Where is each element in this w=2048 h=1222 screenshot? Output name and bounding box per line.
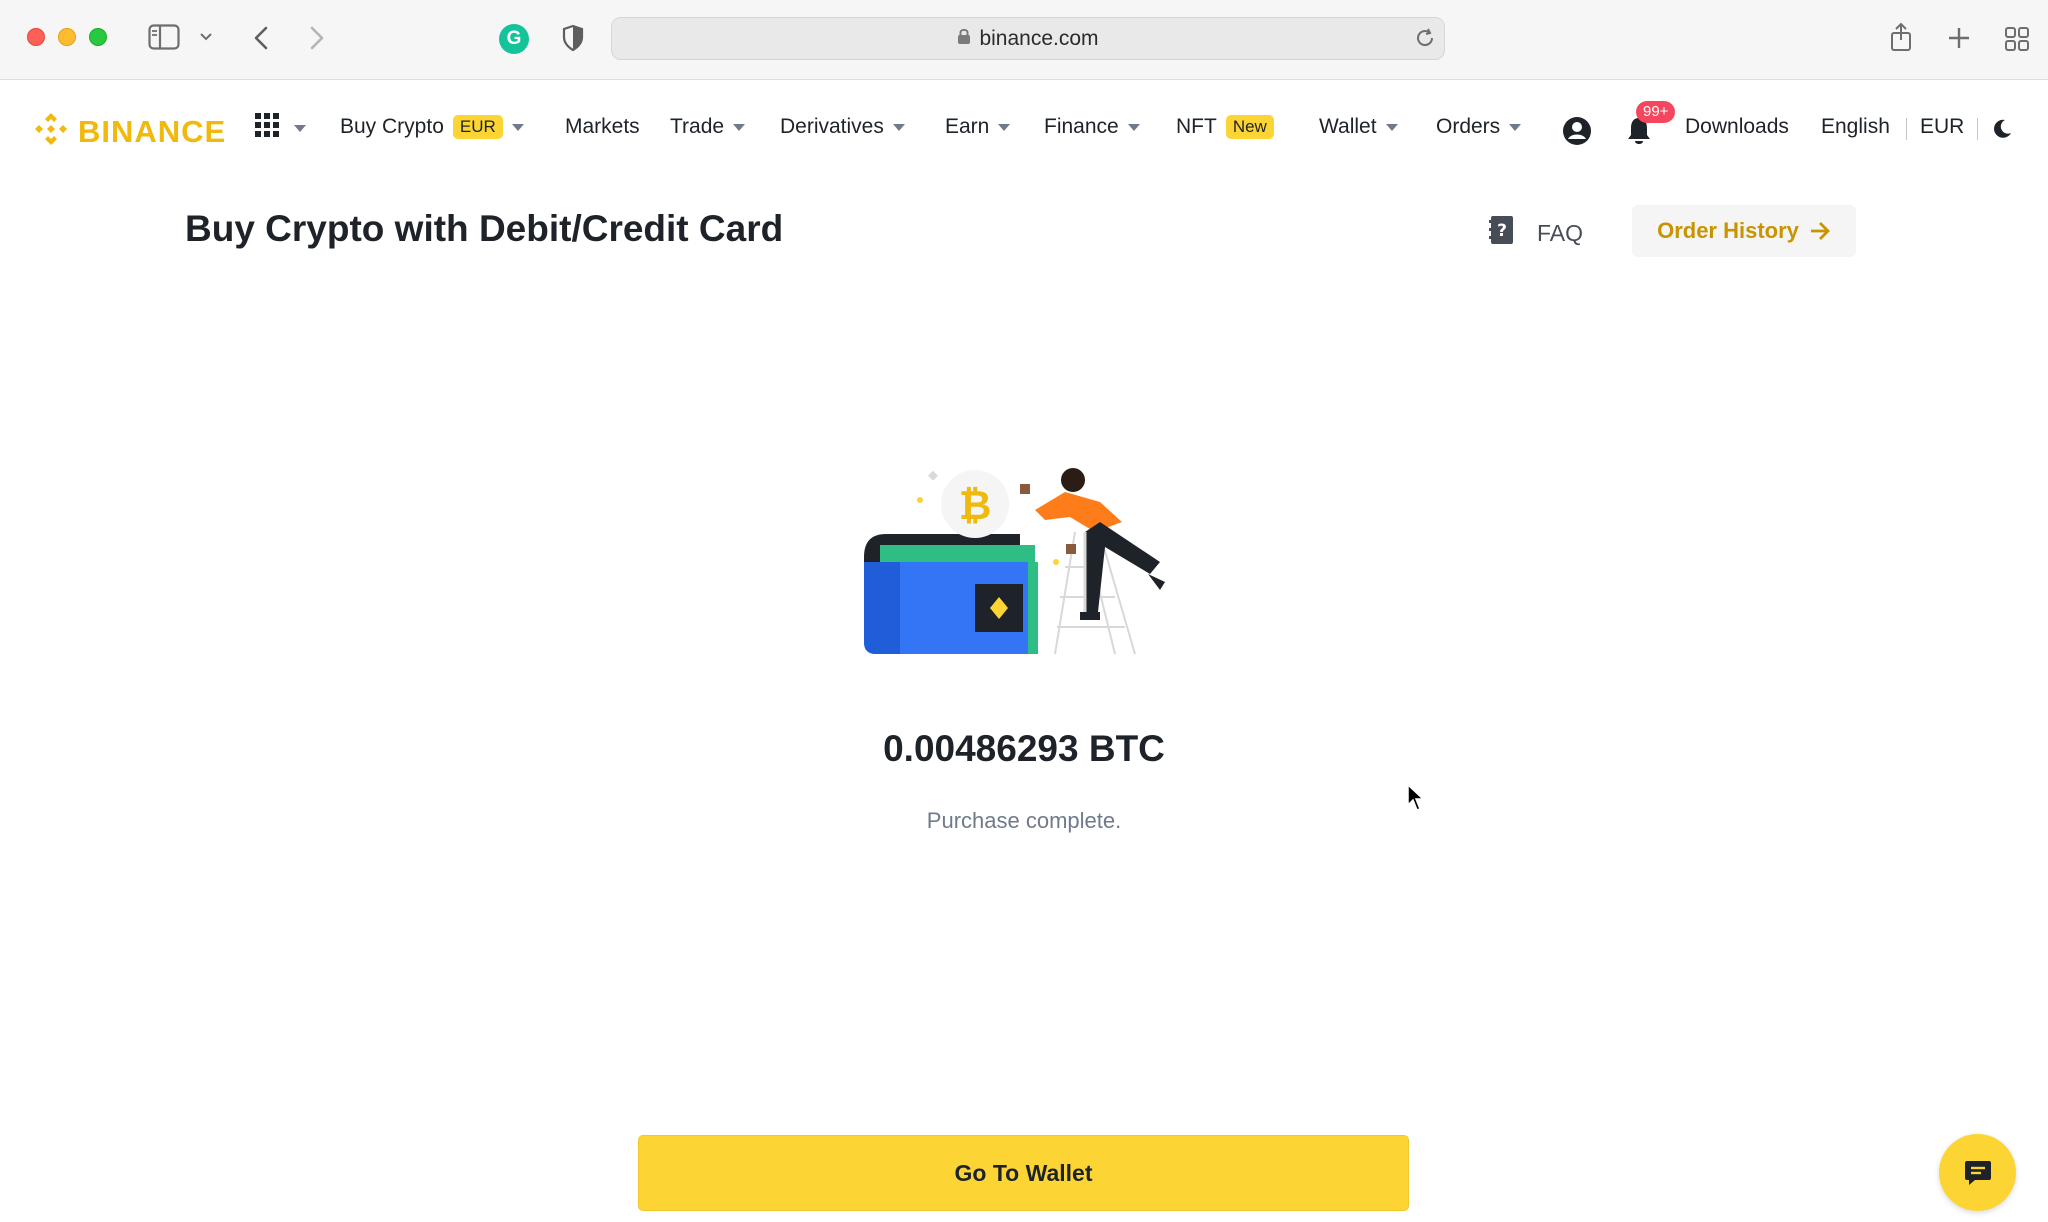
caret-down-icon: [1509, 123, 1522, 131]
nav-trade[interactable]: Trade: [670, 115, 746, 139]
nav-earn[interactable]: Earn: [945, 115, 1011, 139]
nav-orders-label: Orders: [1436, 115, 1501, 138]
reload-icon[interactable]: [1414, 27, 1436, 49]
nav-orders[interactable]: Orders: [1436, 115, 1522, 139]
dark-mode-icon[interactable]: [1991, 118, 2013, 140]
nav-buy-crypto[interactable]: Buy Crypto EUR: [340, 115, 524, 139]
nav-trade-label: Trade: [670, 115, 725, 138]
caret-down-icon: [733, 123, 746, 131]
support-chat-button[interactable]: [1939, 1134, 2016, 1211]
purchase-status: Purchase complete.: [926, 808, 1122, 833]
chevron-down-icon[interactable]: [199, 32, 213, 42]
svg-text:₿: ₿: [959, 483, 992, 529]
url-text: binance.com: [979, 26, 1099, 50]
user-profile-icon[interactable]: [1562, 116, 1592, 146]
nav-markets[interactable]: Markets: [565, 115, 640, 139]
nav-buy-crypto-label: Buy Crypto: [340, 115, 444, 138]
nav-markets-label: Markets: [565, 115, 640, 138]
caret-down-icon: [1127, 123, 1140, 131]
zoom-window-button[interactable]: [89, 28, 107, 46]
tab-overview-icon[interactable]: [2004, 26, 2030, 52]
lock-icon: [957, 27, 971, 50]
binance-logo[interactable]: BINANCE: [32, 110, 226, 153]
logo-text: BINANCE: [78, 113, 227, 149]
nav-language[interactable]: English: [1821, 115, 1890, 139]
grammarly-letter: G: [506, 28, 522, 49]
caret-down-icon: [511, 123, 524, 131]
binance-logo-icon: [32, 110, 70, 153]
grammarly-icon[interactable]: G: [499, 24, 529, 54]
nav-finance-label: Finance: [1044, 115, 1119, 138]
purchase-amount: 0.00486293 BTC: [883, 728, 1165, 769]
nav-divider: [1977, 118, 1978, 140]
nav-derivatives-label: Derivatives: [780, 115, 884, 138]
caret-down-icon: [1385, 123, 1398, 131]
chat-icon: [1963, 1159, 1993, 1187]
browser-toolbar: G binance.com: [0, 0, 2048, 80]
faq-label: FAQ: [1537, 219, 1584, 246]
caret-down-icon: [294, 124, 306, 132]
nav-downloads[interactable]: Downloads: [1685, 115, 1789, 139]
sidebar-icon[interactable]: [148, 24, 180, 50]
go-to-wallet-button[interactable]: Go To Wallet: [638, 1135, 1409, 1211]
arrow-right-icon: [1809, 221, 1831, 241]
forward-icon[interactable]: [308, 25, 326, 51]
nav-nft-label: NFT: [1176, 115, 1217, 138]
nav-currency-label: EUR: [1920, 115, 1965, 138]
nav-derivatives[interactable]: Derivatives: [780, 115, 905, 139]
faq-link[interactable]: ? FAQ: [1489, 214, 1583, 252]
nav-wallet[interactable]: Wallet: [1319, 115, 1398, 139]
mouse-pointer-icon: [1407, 783, 1425, 817]
shield-icon[interactable]: [561, 24, 585, 52]
close-window-button[interactable]: [27, 28, 45, 46]
nav-language-label: English: [1821, 115, 1890, 138]
svg-text:?: ?: [1497, 221, 1507, 241]
back-icon[interactable]: [252, 25, 270, 51]
notification-count-badge: 99+: [1636, 101, 1676, 123]
currency-badge: EUR: [452, 115, 503, 139]
order-history-button[interactable]: Order History: [1632, 205, 1856, 257]
minimize-window-button[interactable]: [58, 28, 76, 46]
caret-down-icon: [998, 123, 1011, 131]
nav-nft[interactable]: NFT New: [1176, 115, 1274, 139]
nav-finance[interactable]: Finance: [1044, 115, 1140, 139]
nav-divider: [1906, 118, 1907, 140]
faq-icon: ?: [1489, 214, 1515, 252]
grid-icon: [254, 112, 280, 144]
new-badge: New: [1225, 115, 1274, 139]
nav-downloads-label: Downloads: [1685, 115, 1789, 138]
apps-menu[interactable]: [254, 112, 306, 144]
go-to-wallet-label: Go To Wallet: [954, 1159, 1093, 1186]
nav-currency[interactable]: EUR: [1920, 115, 1964, 139]
nav-earn-label: Earn: [945, 115, 990, 138]
caret-down-icon: [892, 123, 905, 131]
purchase-success-illustration: ₿: [864, 468, 1165, 655]
order-history-label: Order History: [1657, 218, 1799, 243]
share-icon[interactable]: [1889, 22, 1913, 52]
nav-wallet-label: Wallet: [1319, 115, 1377, 138]
new-tab-icon[interactable]: [1947, 26, 1971, 50]
page-title: Buy Crypto with Debit/Credit Card: [185, 208, 784, 249]
address-bar[interactable]: binance.com: [611, 17, 1445, 60]
